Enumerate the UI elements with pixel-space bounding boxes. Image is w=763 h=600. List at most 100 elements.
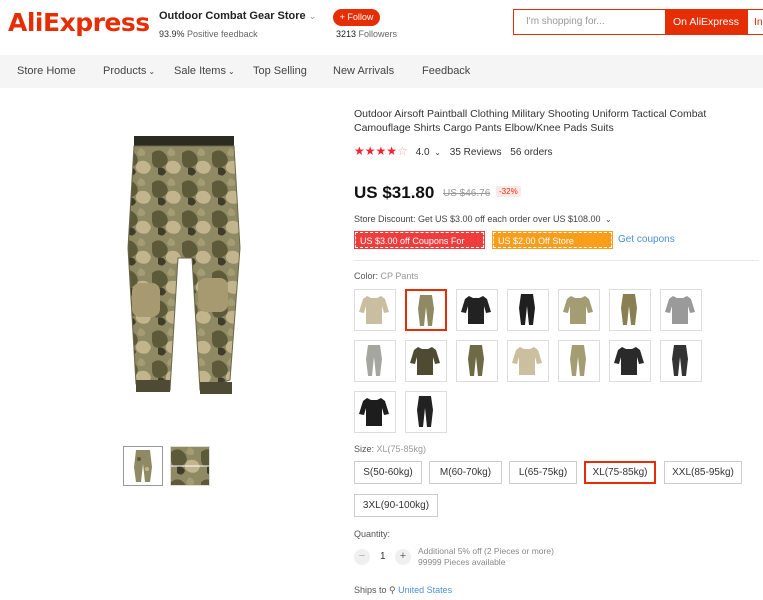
thumbnail-pants[interactable] [123, 446, 163, 486]
size-label: Size: XL(75-85kg) [354, 444, 427, 454]
chevron-down-icon[interactable]: ⌄ [148, 67, 155, 76]
ships-country-link[interactable]: United States [398, 585, 452, 595]
color-swatch[interactable] [507, 340, 549, 382]
shirt-image [665, 296, 695, 324]
pants-thumbnail-image [134, 450, 152, 482]
quantity-increase-button[interactable]: + [395, 549, 411, 565]
color-swatch[interactable] [660, 289, 702, 331]
search-input[interactable]: I'm shopping for... [513, 9, 665, 35]
camo-pattern-image [171, 447, 209, 485]
nav-top-selling[interactable]: Top Selling [253, 65, 307, 77]
shirt-image [410, 347, 440, 375]
color-value: CP Pants [380, 271, 419, 281]
coupon-for-you[interactable]: US $3.00 off Coupons For You [354, 231, 485, 262]
color-swatch[interactable] [405, 340, 447, 382]
pants-image [366, 345, 382, 376]
star-outline-icon: ☆ [397, 144, 408, 158]
size-option[interactable]: 3XL(90-100kg) [354, 494, 438, 517]
color-swatch[interactable] [354, 391, 396, 433]
size-option[interactable]: S(50-60kg) [354, 461, 422, 484]
color-swatch[interactable] [354, 340, 396, 382]
followers-count: 3213 Followers [336, 29, 397, 39]
quantity-label: Quantity: [354, 529, 391, 539]
shirt-image [359, 398, 389, 426]
store-name[interactable]: Outdoor Combat Gear Store ⌄ [159, 10, 316, 22]
quantity-value[interactable]: 1 [380, 551, 386, 562]
pants-image [672, 345, 688, 376]
ships-to: Ships to ⚲ United States [354, 585, 453, 595]
size-option[interactable]: M(60-70kg) [429, 461, 502, 484]
shirt-image [614, 347, 644, 375]
nav-products[interactable]: Products ⌄ [103, 65, 155, 77]
color-swatch[interactable] [354, 289, 396, 331]
feedback-value: 93.9% [159, 29, 185, 39]
pants-image [418, 295, 434, 326]
pants-image [468, 345, 484, 376]
get-coupons-link[interactable]: Get coupons [618, 234, 675, 245]
nav-sale-items[interactable]: Sale Items ⌄ [174, 65, 235, 77]
quantity-decrease-button[interactable]: − [354, 549, 370, 565]
current-price: US $31.80 [354, 183, 435, 202]
follow-button[interactable]: + Follow [333, 9, 380, 26]
location-pin-icon: ⚲ [389, 585, 396, 595]
pants-image [417, 396, 433, 427]
store-header: AliExpress Outdoor Combat Gear Store ⌄ 93… [0, 0, 763, 48]
star-icon: ★ [354, 144, 365, 158]
color-swatch[interactable] [558, 289, 600, 331]
followers-label: Followers [358, 29, 398, 39]
shirt-image [461, 296, 491, 324]
store-coupon[interactable]: US $2.00 Off Store Coupon [492, 231, 613, 262]
color-swatch-selected[interactable] [405, 289, 447, 331]
divider [354, 260, 759, 261]
search-aliexpress-button[interactable]: On AliExpress [665, 9, 747, 35]
original-price: US $46.76 [443, 188, 491, 199]
star-icon: ★ [375, 144, 387, 158]
search-in-store-button[interactable]: In [747, 9, 763, 35]
color-swatch[interactable] [405, 391, 447, 433]
star-icon: ★ [386, 144, 398, 158]
quantity-note: Additional 5% off (2 Pieces or more) 999… [418, 546, 554, 568]
nav-store-home[interactable]: Store Home [17, 65, 76, 77]
size-value: XL(75-85kg) [376, 444, 427, 454]
rating-score[interactable]: 4.0 ⌄ [416, 147, 441, 158]
store-nav: Store Home Products ⌄ Sale Items ⌄ Top Sel… [0, 55, 763, 88]
chevron-down-icon[interactable]: ⌄ [434, 148, 441, 157]
color-swatch[interactable] [456, 289, 498, 331]
pants-image [570, 345, 586, 376]
pants-image [621, 294, 637, 325]
size-option[interactable]: L(65-75kg) [509, 461, 577, 484]
thumbnail-camo-pattern[interactable] [170, 446, 210, 486]
chevron-down-icon[interactable]: ⌄ [605, 215, 612, 224]
star-icon: ★ [364, 144, 376, 158]
product-main-image[interactable] [92, 118, 274, 418]
orders-count: 56 orders [510, 147, 553, 158]
feedback-label: Positive feedback [187, 29, 258, 39]
positive-feedback: 93.9% Positive feedback [159, 29, 258, 39]
shirt-image [512, 347, 542, 375]
size-option[interactable]: XXL(85-95kg) [664, 461, 742, 484]
store-discount[interactable]: Store Discount: Get US $3.00 off each or… [354, 214, 612, 224]
pants-image [519, 294, 535, 325]
bulk-discount-note: Additional 5% off (2 Pieces or more) [418, 546, 554, 556]
color-swatch[interactable] [609, 289, 651, 331]
color-swatch[interactable] [507, 289, 549, 331]
product-title: Outdoor Airsoft Paintball Clothing Milit… [354, 108, 707, 134]
aliexpress-logo[interactable]: AliExpress [8, 8, 150, 37]
color-swatch[interactable] [456, 340, 498, 382]
chevron-down-icon[interactable]: ⌄ [309, 11, 317, 22]
pieces-available: 99999 Pieces available [418, 557, 506, 567]
followers-value: 3213 [336, 29, 357, 39]
rating-row: ★★★★☆ 4.0 ⌄ 35 Reviews 56 orders [354, 144, 553, 160]
discount-badge: -32% [496, 186, 521, 197]
color-label: Color: CP Pants [354, 271, 419, 281]
reviews-link[interactable]: 35 Reviews [450, 147, 502, 158]
nav-feedback[interactable]: Feedback [422, 65, 470, 77]
chevron-down-icon[interactable]: ⌄ [228, 67, 235, 76]
color-swatch[interactable] [558, 340, 600, 382]
shirt-image [359, 296, 389, 324]
size-option-selected[interactable]: XL(75-85kg) [584, 461, 656, 484]
shirt-image [563, 296, 593, 324]
color-swatch[interactable] [609, 340, 651, 382]
color-swatch[interactable] [660, 340, 702, 382]
nav-new-arrivals[interactable]: New Arrivals [333, 65, 394, 77]
